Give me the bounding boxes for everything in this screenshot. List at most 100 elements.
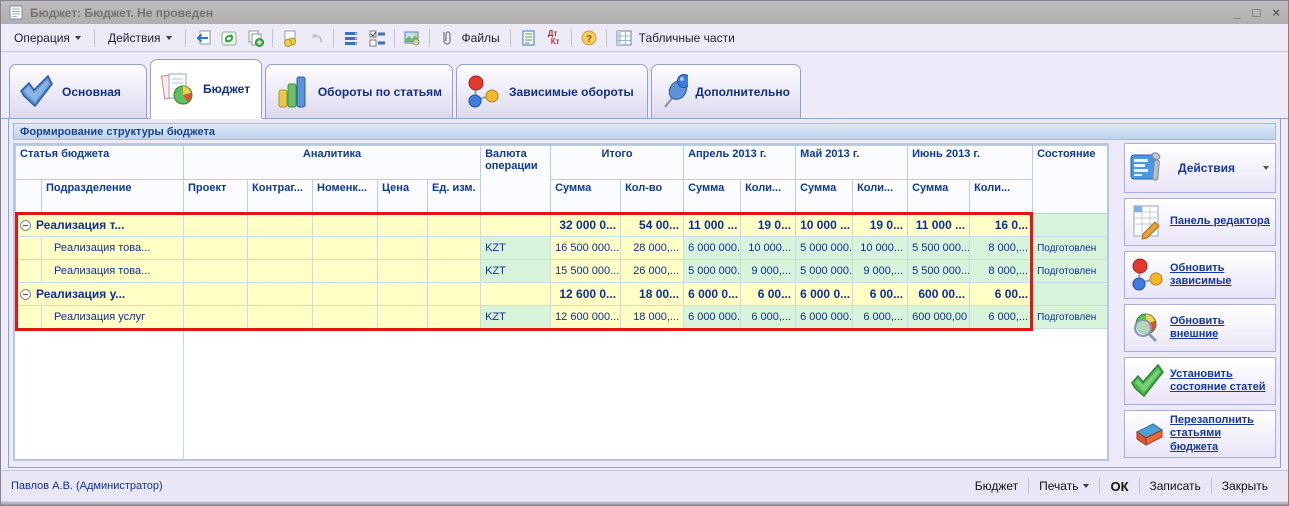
maximize-button[interactable]: □	[1253, 6, 1261, 19]
form-content: Формирование структуры бюджета Статья бю…	[8, 119, 1281, 468]
col-state: Состояние	[1033, 146, 1108, 214]
header-row-sub: Подразделение Проект Контраг... Номенк..…	[16, 180, 1108, 214]
close-form-button[interactable]: Закрыть	[1212, 479, 1278, 493]
help-button[interactable]: ?	[577, 27, 601, 49]
col-qty: Коли...	[970, 180, 1033, 214]
col-project: Проект	[184, 180, 248, 214]
col-article: Статья бюджета	[16, 146, 184, 180]
molecule-icon	[1128, 257, 1166, 293]
tab-budget[interactable]: Бюджет	[150, 59, 262, 119]
print-button[interactable]: Печать	[1029, 479, 1099, 493]
collapse-icon[interactable]	[20, 289, 31, 300]
tabular-parts-button[interactable]	[612, 27, 636, 49]
image-preview-icon	[403, 29, 421, 47]
col-june: Июнь 2013 г.	[908, 146, 1033, 180]
sidebar: Действия Панель редактора Обновить завис…	[1124, 143, 1276, 461]
close-button[interactable]: ×	[1272, 6, 1280, 19]
table-icon	[615, 29, 633, 47]
dt-kt-button[interactable]: ДтКт	[542, 27, 566, 49]
separator	[333, 29, 334, 47]
separator	[429, 29, 430, 47]
status-cell[interactable]: Подготовлен	[1033, 237, 1108, 260]
list-icon	[342, 29, 360, 47]
budget-structure-grid: Статья бюджета Аналитика Валюта операции…	[13, 143, 1109, 461]
ok-button[interactable]: ОК	[1100, 479, 1138, 494]
col-qty: Коли...	[741, 180, 796, 214]
tab-dependent-turnovers[interactable]: Зависимые обороты	[456, 64, 648, 118]
picture-button[interactable]	[400, 27, 424, 49]
current-user: Павлов А.В. (Администратор)	[11, 480, 163, 492]
panel-caption: Формирование структуры бюджета	[13, 123, 1276, 140]
col-expand	[16, 180, 42, 214]
paperclip-icon	[440, 29, 454, 47]
files-button[interactable]	[435, 27, 459, 49]
copy-button[interactable]	[243, 27, 267, 49]
editor-panel-button[interactable]: Панель редактора	[1124, 198, 1276, 246]
list-structure-button[interactable]	[339, 27, 363, 49]
col-qty: Кол-во	[621, 180, 684, 214]
table-row: Реализация това... KZT 15 500 000... 26 …	[16, 260, 1108, 283]
col-sum: Сумма	[908, 180, 970, 214]
col-april: Апрель 2013 г.	[684, 146, 796, 180]
list-settings-button[interactable]	[365, 27, 389, 49]
status-bar: Павлов А.В. (Администратор) Бюджет Печат…	[1, 470, 1288, 501]
table-row: Реализация у... 12 600 0... 18 00... 6 0…	[16, 283, 1108, 306]
toolbar: Операция Действия Файлы ДтКт ? Табличные…	[1, 24, 1288, 52]
operation-menu[interactable]: Операция	[6, 27, 89, 49]
pushpin-icon	[659, 73, 688, 111]
col-price: Цена	[378, 180, 428, 214]
files-label[interactable]: Файлы	[461, 31, 505, 45]
molecule-icon	[464, 73, 502, 111]
refresh-external-button[interactable]: Обновить внешние	[1124, 304, 1276, 352]
chevron-down-icon	[1083, 484, 1089, 488]
spreadsheet-pencil-icon	[1128, 204, 1166, 240]
collapse-icon[interactable]	[20, 220, 31, 231]
separator	[510, 29, 511, 47]
actions-button[interactable]: Действия	[1124, 143, 1276, 193]
refresh-dependent-button[interactable]: Обновить зависимые	[1124, 251, 1276, 299]
title-bar: Бюджет: Бюджет. Не проведен _ □ ×	[1, 1, 1288, 24]
window-frame	[1, 501, 1288, 505]
col-qty: Коли...	[853, 180, 908, 214]
table-row: Реализация т... 32 000 0... 54 00... 11 …	[16, 214, 1108, 237]
col-nomenclature: Номенк...	[313, 180, 378, 214]
tabular-parts-label[interactable]: Табличные части	[638, 31, 740, 45]
bar-chart-icon	[273, 73, 311, 111]
col-sum: Сумма	[796, 180, 853, 214]
separator	[185, 29, 186, 47]
tab-turnovers-by-articles[interactable]: Обороты по статьям	[265, 64, 453, 118]
window-title: Бюджет: Бюджет. Не проведен	[30, 6, 213, 20]
status-cell[interactable]: Подготовлен	[1033, 306, 1108, 329]
separator	[94, 29, 95, 47]
tab-additional[interactable]: Дополнительно	[651, 64, 801, 118]
enter-on-basis-button[interactable]	[278, 27, 302, 49]
undo-button[interactable]	[304, 27, 328, 49]
separator	[394, 29, 395, 47]
copy-document-icon	[246, 29, 264, 47]
undo-arrow-icon	[307, 29, 325, 47]
checkmark-icon	[17, 73, 55, 111]
write-button[interactable]: Записать	[1140, 479, 1211, 493]
post-document-button[interactable]	[191, 27, 215, 49]
separator	[571, 29, 572, 47]
refresh-button[interactable]	[217, 27, 241, 49]
document-icon	[9, 5, 23, 20]
chevron-down-icon	[1263, 166, 1269, 170]
actions-menu[interactable]: Действия	[100, 27, 180, 49]
set-article-state-button[interactable]: Установить состояние статей	[1124, 357, 1276, 405]
minimize-button[interactable]: _	[1233, 6, 1240, 19]
chevron-down-icon	[75, 36, 81, 40]
green-check-icon	[1128, 363, 1166, 399]
header-row-groups: Статья бюджета Аналитика Валюта операции…	[16, 146, 1108, 180]
report-button[interactable]	[516, 27, 540, 49]
chevron-down-icon	[166, 36, 172, 40]
budget-button[interactable]: Бюджет	[965, 479, 1028, 493]
refill-articles-button[interactable]: Перезаполнить статьями бюджета	[1124, 410, 1276, 458]
tab-main[interactable]: Основная	[9, 64, 147, 118]
tab-strip: Основная Бюджет Обороты по статьям Завис…	[1, 52, 1288, 119]
refresh-icon	[220, 29, 238, 47]
status-cell[interactable]: Подготовлен	[1033, 260, 1108, 283]
separator	[272, 29, 273, 47]
col-currency: Валюта операции	[481, 146, 551, 214]
app-window: Бюджет: Бюджет. Не проведен _ □ × Операц…	[0, 0, 1289, 506]
